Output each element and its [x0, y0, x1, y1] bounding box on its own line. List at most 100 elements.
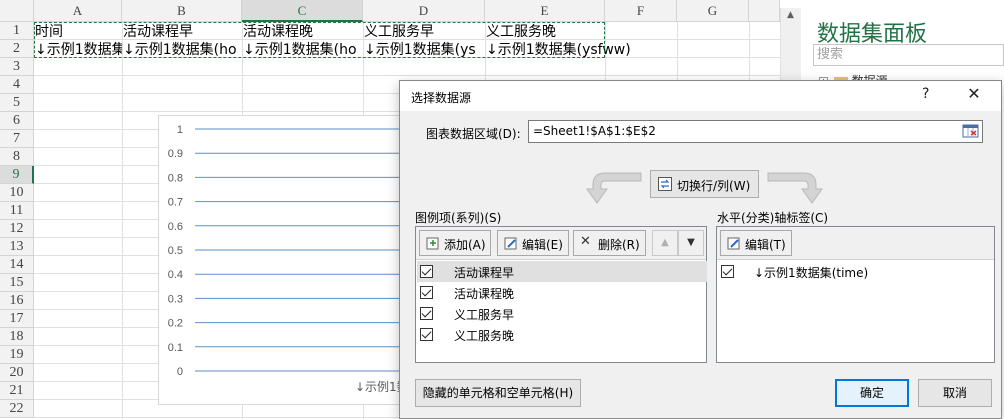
switch-label: 切换行/列(W)	[677, 179, 751, 193]
row-header[interactable]: 19	[0, 346, 34, 364]
y-tick-label: 0.4	[168, 269, 183, 281]
edit-series-button[interactable]: 编辑(E)	[497, 230, 569, 256]
chart-range-input[interactable]: =Sheet1!$A$1:$E$2	[528, 120, 983, 143]
row-header[interactable]: 6	[0, 112, 34, 130]
axis-list: ↓示例1数据集(time)	[718, 261, 995, 282]
cell-d2[interactable]: ↓示例1数据集(ys	[363, 41, 485, 59]
row-header[interactable]: 14	[0, 256, 34, 274]
cell-a1[interactable]: 时间	[34, 23, 122, 41]
y-tick-label: 0.8	[168, 172, 183, 184]
row-header[interactable]: 4	[0, 76, 34, 94]
row-header[interactable]: 10	[0, 184, 34, 202]
cell-d1[interactable]: 义工服务早	[363, 23, 485, 41]
series-checkbox[interactable]	[420, 328, 433, 341]
delete-series-button[interactable]: ✕ 删除(R)	[573, 230, 646, 256]
axis-item[interactable]: ↓示例1数据集(time)	[718, 261, 995, 282]
series-checkbox[interactable]	[420, 265, 433, 278]
edit-axis-button[interactable]: 编辑(T)	[720, 230, 792, 256]
column-header-a[interactable]: A	[34, 0, 122, 22]
series-checkbox[interactable]	[420, 286, 433, 299]
range-label: 图表数据区域(D):	[426, 127, 521, 141]
row-header[interactable]: 20	[0, 364, 34, 382]
row-header[interactable]: 21	[0, 382, 34, 400]
scroll-up-icon[interactable]: ▲	[787, 10, 794, 20]
edit-icon	[727, 237, 740, 250]
swap-left-arrow-icon	[586, 172, 642, 204]
delete-icon: ✕	[580, 234, 591, 249]
series-checkbox[interactable]	[420, 307, 433, 320]
column-header-g[interactable]: G	[677, 0, 749, 22]
row-header[interactable]: 11	[0, 202, 34, 220]
legend-entries-panel: 添加(A) 编辑(E) ✕ 删除(R) ▲ ▼ 活动课程早 活动课程晚 义工服务…	[415, 226, 707, 363]
add-series-button[interactable]: 添加(A)	[419, 230, 491, 256]
column-header-e[interactable]: E	[485, 0, 605, 22]
cell-a2[interactable]: ↓示例1数据集	[34, 41, 122, 59]
series-name: 义工服务晚	[454, 329, 515, 343]
row-header[interactable]: 2	[0, 40, 34, 58]
move-up-button[interactable]: ▲	[652, 230, 678, 256]
row-header[interactable]: 15	[0, 274, 34, 292]
legend-toolbar: 添加(A) 编辑(E) ✕ 删除(R) ▲ ▼	[416, 227, 706, 260]
row-header[interactable]: 5	[0, 94, 34, 112]
panel-search-input[interactable]: 搜索	[813, 44, 1004, 66]
axis-toolbar: 编辑(T)	[717, 227, 994, 260]
column-header-d[interactable]: D	[363, 0, 485, 22]
range-picker-icon[interactable]	[962, 123, 980, 140]
column-header-f[interactable]: F	[605, 0, 677, 22]
add-icon	[426, 237, 439, 250]
y-tick-label: 0.3	[168, 293, 183, 305]
y-tick-label: 0.7	[168, 197, 183, 209]
chart-object[interactable]: 1 0.9 0.8 0.7 0.6 0.5 0.4 0.3 0.2 0.1 0 ↓示例1数	[158, 115, 413, 405]
switch-icon	[658, 177, 672, 191]
cell-b2[interactable]: ↓示例1数据集(ho	[122, 41, 242, 59]
series-item[interactable]: 义工服务晚	[417, 324, 707, 345]
column-header-h[interactable]	[749, 0, 780, 22]
series-list: 活动课程早 活动课程晚 义工服务早 义工服务晚	[417, 261, 707, 345]
close-button[interactable]: ✕	[962, 84, 986, 103]
cell-e1[interactable]: 义工服务晚	[485, 23, 605, 41]
row-header[interactable]: 9	[0, 166, 34, 184]
cell-b1[interactable]: 活动课程早	[122, 23, 242, 41]
hidden-empty-cells-button[interactable]: 隐藏的单元格和空单元格(H)	[415, 379, 581, 407]
edit-icon	[504, 237, 517, 250]
row-header[interactable]: 3	[0, 58, 34, 76]
switch-row-column-button[interactable]: 切换行/列(W)	[650, 170, 759, 198]
y-tick-label: 0.5	[168, 245, 183, 257]
triangle-down-icon: ▼	[687, 237, 695, 248]
row-header[interactable]: 7	[0, 130, 34, 148]
gridline	[34, 75, 790, 76]
axis-item-name: ↓示例1数据集(time)	[754, 266, 869, 280]
ok-button[interactable]: 确定	[835, 379, 909, 407]
y-tick-label: 0.1	[168, 342, 183, 354]
series-item[interactable]: 活动课程晚	[417, 282, 707, 303]
edit-label: 编辑(E)	[522, 238, 563, 252]
row-header[interactable]: 18	[0, 328, 34, 346]
select-all-corner[interactable]	[0, 0, 34, 22]
legend-entries-label: 图例项(系列)(S)	[415, 211, 502, 225]
cell-c2[interactable]: ↓示例1数据集(ho	[242, 41, 363, 59]
move-down-button[interactable]: ▼	[678, 230, 704, 256]
axis-checkbox[interactable]	[721, 265, 734, 278]
row-header[interactable]: 22	[0, 400, 34, 418]
series-item[interactable]: 活动课程早	[417, 261, 707, 282]
row-header[interactable]: 1	[0, 22, 34, 40]
row-header[interactable]: 16	[0, 292, 34, 310]
gridline	[122, 22, 123, 419]
row-header[interactable]: 17	[0, 310, 34, 328]
series-name: 义工服务早	[454, 308, 515, 322]
axis-edit-label: 编辑(T)	[745, 238, 786, 252]
series-name: 活动课程早	[454, 266, 515, 280]
column-header-c[interactable]: C	[242, 0, 363, 22]
cell-e2[interactable]: ↓示例1数据集(ysfww)	[485, 41, 655, 59]
cell-c1[interactable]: 活动课程晚	[242, 23, 363, 41]
help-button[interactable]: ?	[922, 86, 929, 102]
cancel-button[interactable]: 取消	[918, 379, 992, 407]
row-header[interactable]: 8	[0, 148, 34, 166]
row-header[interactable]: 12	[0, 220, 34, 238]
dialog-titlebar[interactable]: 选择数据源 ? ✕	[400, 81, 1001, 111]
range-value: =Sheet1!$A$1:$E$2	[533, 124, 656, 138]
series-name: 活动课程晚	[454, 287, 515, 301]
series-item[interactable]: 义工服务早	[417, 303, 707, 324]
row-header[interactable]: 13	[0, 238, 34, 256]
column-header-b[interactable]: B	[122, 0, 242, 22]
